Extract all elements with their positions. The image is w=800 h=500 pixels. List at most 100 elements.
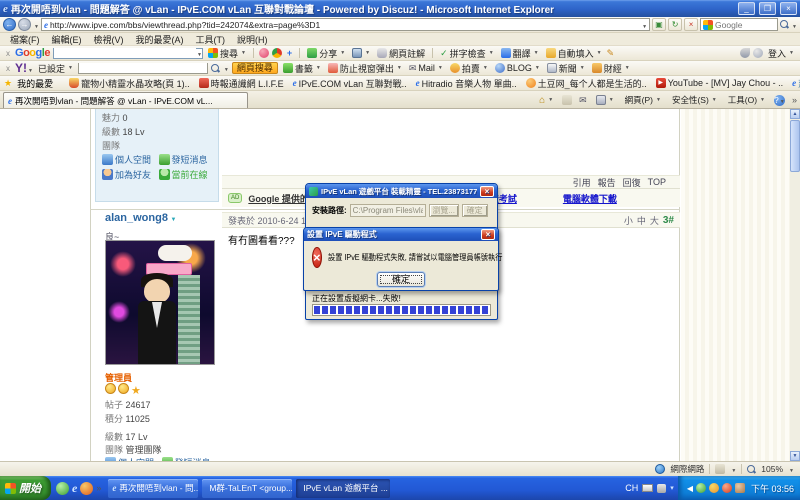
messenger-quicklaunch-icon[interactable]: [56, 481, 69, 495]
back-button[interactable]: ←: [3, 18, 16, 31]
user-dropdown-icon[interactable]: ▼: [170, 217, 176, 223]
keyboard-icon[interactable]: [642, 484, 654, 492]
yahoo-magnifier-icon[interactable]: [210, 63, 220, 73]
search-box[interactable]: [700, 18, 779, 31]
language-options-icon[interactable]: ▾: [670, 484, 674, 492]
favorite-tudou[interactable]: 土豆网_每个人都是生活的..: [524, 77, 649, 90]
stop-button[interactable]: ×: [684, 18, 699, 31]
hide-icons-chevron[interactable]: ◀: [687, 484, 693, 493]
messenger-tray-icon[interactable]: [695, 483, 706, 493]
spellcheck-button[interactable]: ✓ 拼字檢查: [438, 47, 496, 60]
menu-view[interactable]: 檢視(V): [88, 33, 130, 46]
menu-edit[interactable]: 編輯(E): [46, 33, 88, 46]
antivirus-tray-icon[interactable]: [721, 483, 732, 493]
sidewiki-button[interactable]: 網頁註解: [375, 47, 427, 60]
ie-quicklaunch-icon[interactable]: e: [72, 481, 77, 496]
read-mail-icon[interactable]: [579, 95, 587, 106]
personal-space-link[interactable]: 個人空間: [118, 458, 154, 461]
favorite-hitradio[interactable]: e Hitradio 音樂人物 單曲..: [414, 77, 519, 90]
yahoo-web-search-button[interactable]: 網頁搜尋: [231, 62, 278, 74]
yahoo-settings-button[interactable]: 已設定: [36, 62, 75, 75]
taskbar-task-mgroup[interactable]: M群-TaLEnT <group...: [202, 478, 293, 498]
safety-menu-button[interactable]: 安全性(S): [670, 94, 719, 106]
menu-file[interactable]: 檔案(F): [4, 33, 46, 46]
minimize-button[interactable]: _: [738, 2, 755, 15]
refresh-button[interactable]: ↻: [668, 18, 683, 31]
favorites-label[interactable]: 我的最愛: [17, 77, 53, 90]
yahoo-popup-blocker-button[interactable]: 防止視窗彈出: [326, 62, 404, 75]
home-button[interactable]: [537, 95, 555, 106]
font-size-small[interactable]: 小: [624, 214, 633, 227]
menu-favorites[interactable]: 我的最愛(A): [130, 33, 190, 46]
browse-button[interactable]: 瀏覽...: [428, 204, 459, 217]
volume-tray-icon[interactable]: [734, 483, 745, 493]
username-link[interactable]: alan_wong8: [105, 212, 168, 224]
orkut-icon[interactable]: [271, 48, 282, 58]
google-search-history-dropdown[interactable]: [196, 48, 202, 58]
favorite-youtube[interactable]: ▶ YouTube - [MV] Jay Chou - ..: [654, 78, 785, 88]
start-button[interactable]: 開始: [0, 476, 51, 500]
history-dropdown[interactable]: [33, 20, 39, 30]
google-search-button[interactable]: 搜尋: [206, 47, 248, 60]
yahoo-search-dropdown[interactable]: [223, 63, 229, 73]
maximize-button[interactable]: ❐: [759, 2, 776, 15]
media-quicklaunch-icon[interactable]: [80, 481, 94, 495]
personal-space-link[interactable]: 個人空間: [115, 155, 151, 165]
favorites-star-icon[interactable]: [4, 78, 12, 89]
error-dialog-titlebar[interactable]: 設置 IPvE 驅動程式 ×: [304, 228, 498, 241]
signin-button[interactable]: 登入: [766, 47, 796, 60]
taskbar-clock[interactable]: 下午 03:56: [751, 482, 794, 495]
zoom-level[interactable]: 105%: [761, 464, 783, 474]
language-bar[interactable]: CH ▾: [621, 483, 678, 493]
search-dropdown[interactable]: [791, 20, 797, 30]
google-toolbar-close-icon[interactable]: x: [4, 49, 12, 58]
yahoo-toolbar-close-icon[interactable]: x: [4, 64, 12, 73]
top-link[interactable]: TOP: [648, 177, 666, 187]
error-dialog-close-button[interactable]: ×: [481, 229, 495, 240]
translate-button[interactable]: 翻譯: [499, 47, 541, 60]
autofill-button[interactable]: 自動填入: [544, 47, 604, 60]
scroll-down-button[interactable]: ▼: [790, 451, 800, 461]
quote-link[interactable]: 引用: [573, 176, 591, 189]
installer-titlebar[interactable]: IPvE vLan 遊戲平台 裝載精靈 - TEL.23873177 ×: [306, 184, 497, 198]
add-gadget-button[interactable]: +: [285, 48, 294, 58]
command-overflow-chevron[interactable]: [792, 95, 797, 105]
send-message-link[interactable]: 發短消息: [175, 458, 211, 461]
error-ok-button[interactable]: 確定: [377, 272, 425, 287]
yahoo-blog-button[interactable]: BLOG: [493, 63, 542, 73]
language-indicator[interactable]: CH: [625, 483, 638, 493]
update-tray-icon[interactable]: [708, 483, 719, 493]
search-input[interactable]: [715, 19, 776, 30]
print-button[interactable]: [594, 95, 616, 105]
font-size-medium[interactable]: 中: [637, 214, 646, 227]
url-input[interactable]: [49, 19, 640, 30]
favorite-life[interactable]: 時報通識網 L.I.F.E: [197, 77, 286, 90]
font-size-large[interactable]: 大: [650, 214, 659, 227]
protected-mode-dropdown[interactable]: [730, 464, 736, 474]
scrollbar-thumb[interactable]: [790, 120, 800, 172]
google-toolbar-search-input[interactable]: [53, 48, 196, 58]
ad-link-2[interactable]: 電腦軟體下載: [563, 192, 617, 205]
taskbar-task-ie[interactable]: e 再次開唔到vlan - 問...: [108, 478, 199, 498]
yahoo-logo[interactable]: Y!: [15, 61, 33, 75]
address-dropdown[interactable]: [641, 20, 647, 30]
zoom-dropdown[interactable]: [788, 464, 794, 474]
vertical-scrollbar[interactable]: ▲ ▼: [790, 109, 800, 461]
help-icon[interactable]: ?: [773, 94, 785, 106]
menu-help[interactable]: 說明(H): [231, 33, 274, 46]
bookmark-icon[interactable]: [258, 48, 269, 58]
taskbar-task-ipve[interactable]: IPvE vLan 遊戲平台 ...: [296, 478, 391, 498]
menu-tools[interactable]: 工具(T): [190, 33, 232, 46]
ime-icon[interactable]: [657, 483, 667, 493]
quicklaunch-overflow-chevron[interactable]: [96, 483, 101, 493]
page-menu-button[interactable]: 網頁(P): [623, 94, 663, 106]
yahoo-search-box[interactable]: [77, 62, 208, 74]
tools-menu-button[interactable]: 工具(O): [726, 94, 767, 106]
pencil-icon[interactable]: ✎: [607, 48, 615, 59]
address-field[interactable]: e: [40, 18, 651, 31]
report-link[interactable]: 報告: [598, 176, 616, 189]
reply-link[interactable]: 回復: [623, 176, 641, 189]
yahoo-mail-button[interactable]: Mail: [407, 63, 445, 74]
suggested-sites[interactable]: e建議的網站: [790, 77, 800, 90]
scroll-up-button[interactable]: ▲: [790, 109, 800, 119]
